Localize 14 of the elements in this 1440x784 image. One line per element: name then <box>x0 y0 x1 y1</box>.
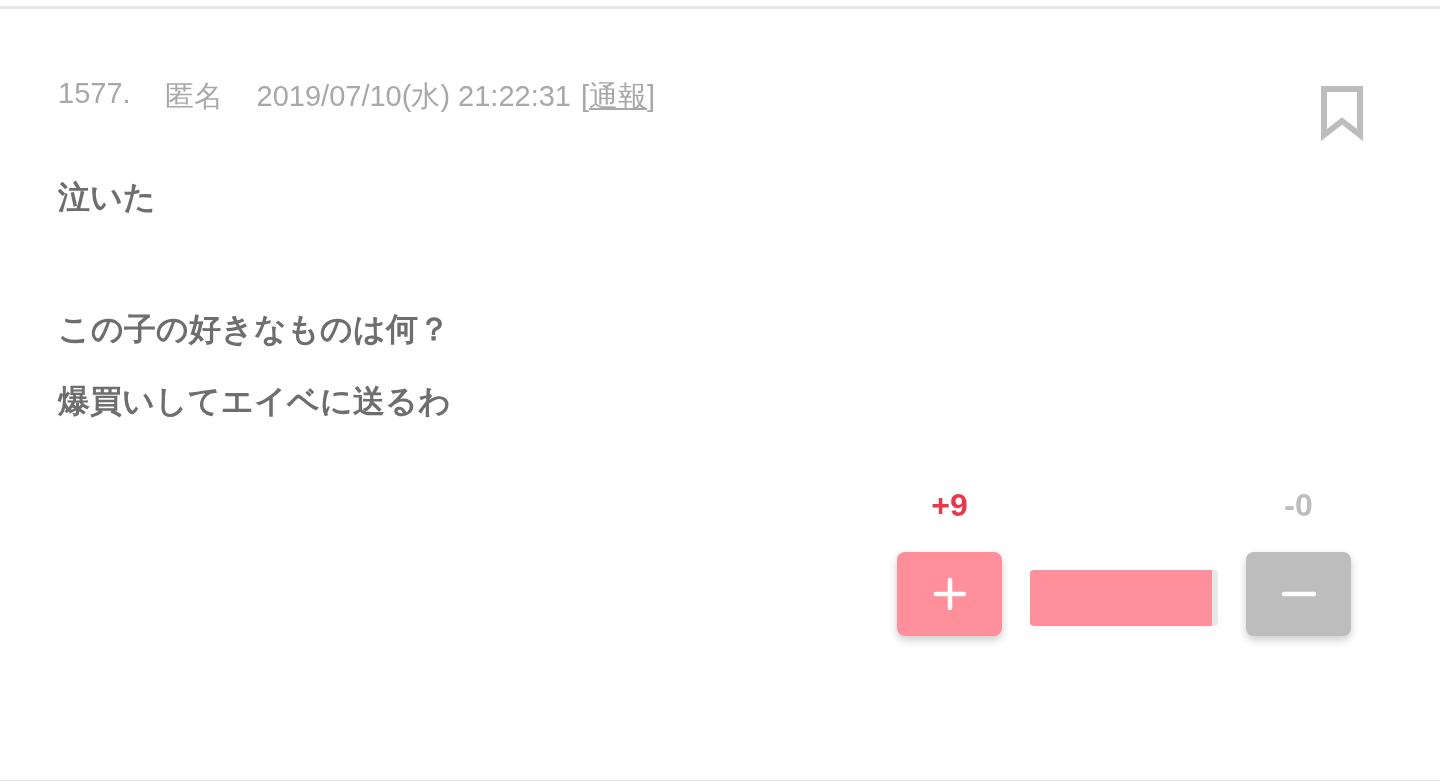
minus-button[interactable] <box>1246 552 1351 636</box>
post-datetime: 2019/07/10(水) 21:22:31 <box>256 79 571 114</box>
comment-text: この子の好きなものは何？ <box>58 309 450 350</box>
minus-icon <box>1280 591 1317 597</box>
comment-number: 1577. <box>58 77 131 111</box>
comment-text: 爆買いしてエイベに送るわ <box>58 381 451 422</box>
author-name: 匿名 <box>164 79 223 114</box>
minus-count: -0 <box>1284 487 1313 524</box>
report-link[interactable]: [通報] <box>581 77 656 117</box>
plus-icon <box>931 576 968 612</box>
plus-button[interactable] <box>897 552 1002 636</box>
bookmark-icon[interactable] <box>1320 85 1364 141</box>
plus-count: +9 <box>931 487 968 524</box>
comment-text: 泣いた <box>58 177 156 218</box>
